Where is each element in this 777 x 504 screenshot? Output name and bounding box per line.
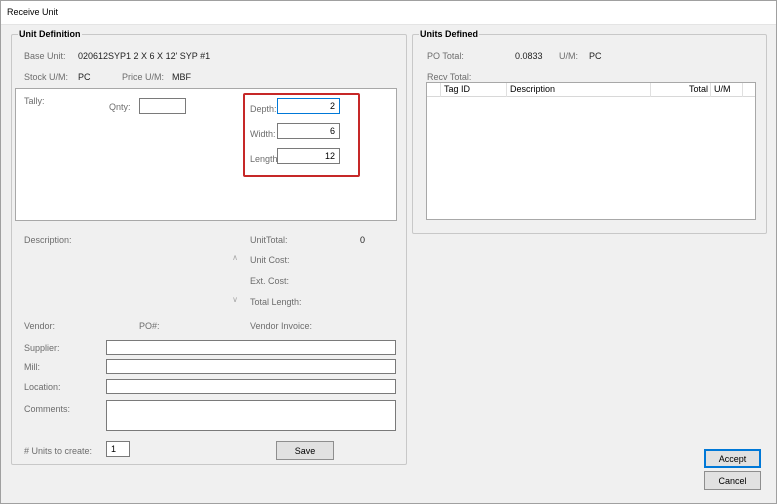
units-defined-legend: Units Defined	[420, 29, 479, 39]
unit-cost-label: Unit Cost:	[250, 255, 290, 265]
col-um[interactable]: U/M	[711, 83, 743, 97]
stock-um-label: Stock U/M:	[24, 72, 69, 82]
window-title: Receive Unit	[7, 7, 59, 17]
title-bar: Receive Unit	[1, 1, 776, 25]
qnty-input[interactable]	[139, 98, 186, 114]
width-input[interactable]: 6	[277, 123, 340, 139]
qnty-label: Qnty:	[109, 102, 131, 112]
save-button[interactable]: Save	[276, 441, 334, 460]
unit-definition-legend: Unit Definition	[19, 29, 81, 39]
um-label: U/M:	[559, 51, 578, 61]
unit-total-label: UnitTotal:	[250, 235, 288, 245]
description-label: Description:	[24, 235, 72, 245]
unit-total-value: 0	[360, 235, 366, 245]
length-input[interactable]: 12	[277, 148, 340, 164]
supplier-input[interactable]	[106, 340, 396, 355]
tally-label: Tally:	[24, 96, 45, 106]
units-to-create-label: # Units to create:	[24, 446, 93, 456]
comments-label: Comments:	[24, 404, 71, 414]
mill-label: Mill:	[24, 362, 40, 372]
units-grid-header: Tag ID Description Total U/M	[427, 83, 755, 97]
unit-definition-group: Unit Definition Base Unit: 020612SYP1 2 …	[11, 29, 407, 465]
po-total-value: 0.0833	[515, 51, 543, 61]
col-total[interactable]: Total	[651, 83, 711, 97]
stock-um-value: PC	[78, 72, 91, 82]
po-label: PO#:	[139, 321, 160, 331]
units-to-create-input[interactable]: 1	[106, 441, 130, 457]
row-selector-header	[427, 83, 441, 97]
width-label: Width:	[250, 129, 276, 139]
vendor-invoice-label: Vendor Invoice:	[250, 321, 313, 331]
mill-input[interactable]	[106, 359, 396, 374]
supplier-label: Supplier:	[24, 343, 60, 353]
depth-input[interactable]: 2	[277, 98, 340, 114]
location-label: Location:	[24, 382, 61, 392]
ext-cost-label: Ext. Cost:	[250, 276, 290, 286]
scroll-down-icon[interactable]: ∨	[230, 295, 240, 305]
cancel-button[interactable]: Cancel	[704, 471, 761, 490]
price-um-label: Price U/M:	[122, 72, 165, 82]
price-um-value: MBF	[172, 72, 191, 82]
recv-total-label: Recv Total:	[427, 72, 472, 82]
total-length-label: Total Length:	[250, 297, 302, 307]
tally-panel: Tally: Qnty: Depth: 2 Width: 6 Length: 1…	[15, 88, 397, 221]
comments-input[interactable]	[106, 400, 396, 431]
receive-unit-window: Receive Unit Unit Definition Base Unit: …	[0, 0, 777, 504]
base-unit-label: Base Unit:	[24, 51, 66, 61]
length-label: Length:	[250, 154, 281, 164]
base-unit-value: 020612SYP1 2 X 6 X 12' SYP #1	[78, 51, 211, 61]
po-total-label: PO Total:	[427, 51, 464, 61]
scroll-up-icon[interactable]: ∧	[230, 253, 240, 263]
col-description[interactable]: Description	[507, 83, 651, 97]
um-value: PC	[589, 51, 602, 61]
units-defined-group: Units Defined PO Total: 0.0833 U/M: PC R…	[412, 29, 767, 234]
units-grid[interactable]: Tag ID Description Total U/M	[426, 82, 756, 220]
accept-button[interactable]: Accept	[704, 449, 761, 468]
depth-label: Depth:	[250, 104, 277, 114]
vendor-label: Vendor:	[24, 321, 56, 331]
location-input[interactable]	[106, 379, 396, 394]
col-tag-id[interactable]: Tag ID	[441, 83, 507, 97]
